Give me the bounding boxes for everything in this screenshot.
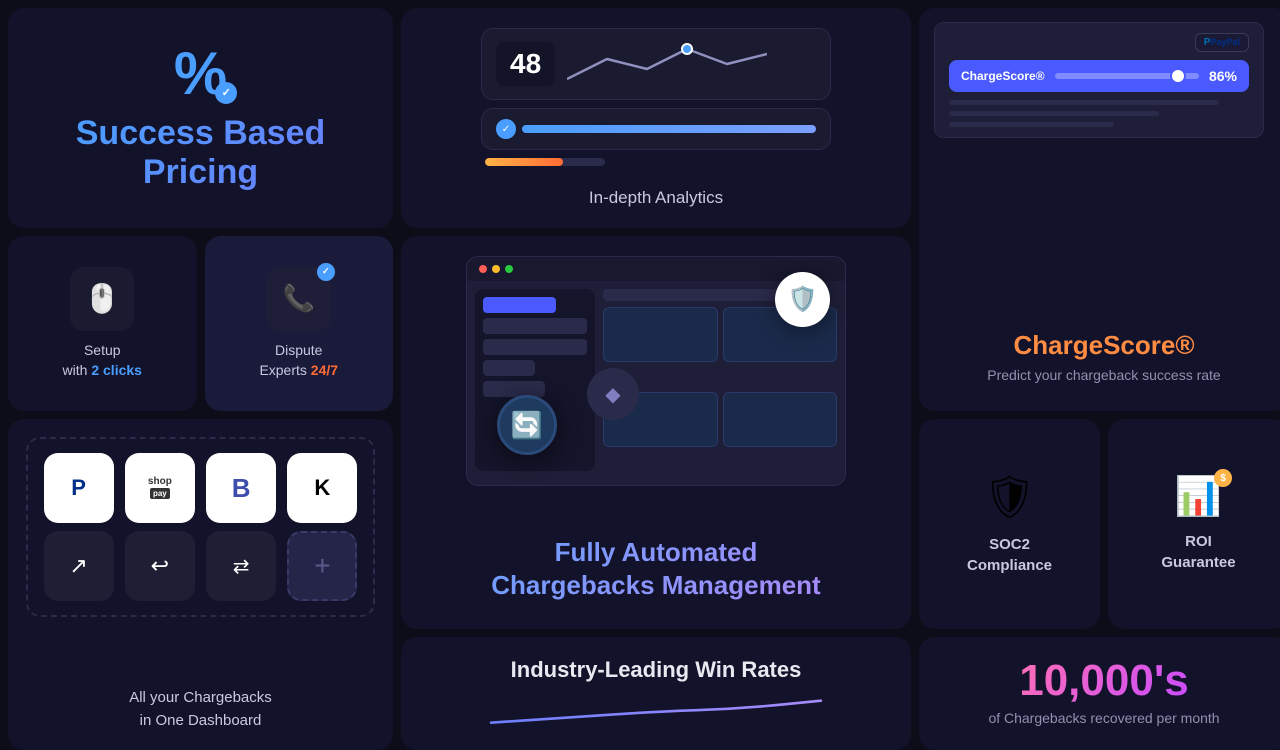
braintree-integration: B [206, 453, 276, 523]
automated-title: Fully AutomatedChargebacks Management [491, 536, 820, 601]
diamond-icon-overlay: ◆ [587, 368, 639, 420]
tenk-card: 10,000's of Chargebacks recovered per mo… [919, 637, 1280, 750]
integration-grid: P shoppay B K ↗ [42, 453, 359, 601]
main-grid: % ✓ Success BasedPricing 48 [0, 0, 1280, 720]
analytics-title: In-depth Analytics [589, 188, 723, 208]
soc2-icon: 🛡 [983, 473, 1036, 522]
analytics-number: 48 [496, 42, 555, 86]
analytics-card: 48 ✓ [401, 8, 911, 228]
setup-icon-wrap: 🖱️ [70, 267, 134, 331]
analytics-visual: 48 ✓ [481, 28, 831, 166]
check-overlay: ✓ [317, 263, 335, 281]
win-rates-chart [431, 697, 881, 730]
integrations-container: P shoppay B K ↗ [26, 437, 375, 617]
setup-label: Setup with 2 clicks [63, 341, 142, 380]
chargescore-title: ChargeScore® [1014, 330, 1195, 361]
automated-card: 🛡️ 🔄 ◆ Fully AutomatedChargebacks Manage… [401, 236, 911, 629]
chargescore-card: PPayPal ChargeScore® 86% ChargeScore® [919, 8, 1280, 411]
roi-label: ROIGuarantee [1161, 531, 1235, 573]
roi-icon-wrap: 📊 $ [1175, 475, 1222, 519]
soc2-card: 🛡 SOC2Compliance [919, 419, 1100, 629]
chargescore-description: Predict your chargeback success rate [987, 367, 1220, 383]
roi-card: 📊 $ ROIGuarantee [1108, 419, 1280, 629]
integration-5: ↗ [44, 531, 114, 601]
setup-dispute-row: 🖱️ Setup with 2 clicks 📞 ✓ Dispute Exper… [8, 236, 393, 411]
soc2-label: SOC2Compliance [967, 534, 1052, 576]
dispute-card: 📞 ✓ Dispute Experts 24/7 [205, 236, 394, 411]
winrates-title: Industry-Leading Win Rates [511, 657, 802, 683]
check-badge: ✓ [215, 82, 237, 104]
soc2-roi-row: 🛡 SOC2Compliance 📊 $ ROIGuarantee [919, 419, 1280, 629]
dollar-badge: $ [1214, 469, 1232, 487]
dispute-label: Dispute Experts 24/7 [259, 341, 338, 380]
integration-6: ↩ [125, 531, 195, 601]
cursor-icon: 🖱️ [85, 282, 120, 315]
chargescore-visual: PPayPal ChargeScore® 86% [934, 22, 1274, 138]
pricing-card: % ✓ Success BasedPricing [8, 8, 393, 228]
score-slider: ChargeScore® 86% [949, 60, 1249, 92]
shopify-integration: shoppay [125, 453, 195, 523]
more-integrations[interactable]: + [287, 531, 357, 601]
dashboard-footer: All your Chargebacksin One Dashboard [129, 687, 272, 732]
tenk-description: of Chargebacks recovered per month [988, 709, 1219, 729]
pricing-title: Success BasedPricing [76, 114, 326, 192]
paypal-integration: P [44, 453, 114, 523]
phone-icon: 📞 [283, 283, 315, 314]
paypal-badge: PPayPal [1195, 33, 1249, 52]
klarna-integration: K [287, 453, 357, 523]
shield-icon-overlay: 🛡️ [775, 272, 830, 327]
refresh-icon-overlay: 🔄 [497, 395, 557, 455]
setup-card: 🖱️ Setup with 2 clicks [8, 236, 197, 411]
integration-7: ⇄ [206, 531, 276, 601]
winrates-card: Industry-Leading Win Rates [401, 637, 911, 750]
tenk-number: 10,000's [1019, 659, 1189, 703]
dispute-icon-wrap: 📞 ✓ [267, 267, 331, 331]
dashboard-card: P shoppay B K ↗ [8, 419, 393, 750]
analytics-chart [567, 39, 767, 89]
automated-visual: 🛡️ 🔄 ◆ [466, 256, 846, 486]
